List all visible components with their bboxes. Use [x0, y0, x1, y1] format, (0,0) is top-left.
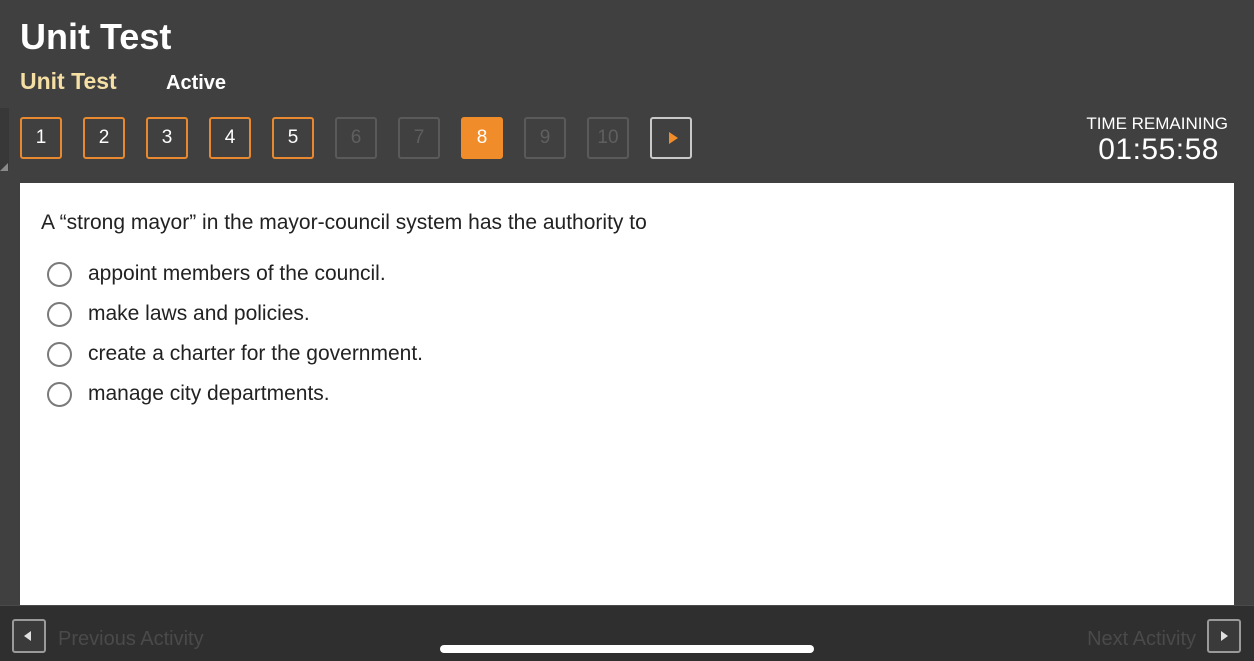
radio-button[interactable] [47, 302, 72, 327]
answer-option-label: manage city departments. [88, 382, 330, 405]
question-button-4[interactable]: 4 [209, 117, 251, 159]
question-button-3[interactable]: 3 [146, 117, 188, 159]
previous-activity-button[interactable] [12, 619, 46, 653]
page-title: Unit Test [20, 16, 172, 57]
question-button-5[interactable]: 5 [272, 117, 314, 159]
resize-corner-icon [0, 163, 8, 171]
status-label: Active [166, 72, 227, 94]
chevron-left-icon [24, 631, 31, 641]
question-button-9: 9 [524, 117, 566, 159]
radio-button[interactable] [47, 342, 72, 367]
question-text: A “strong mayor” in the mayor-council sy… [41, 211, 647, 234]
answer-option-label: appoint members of the council. [88, 262, 386, 285]
answer-option-label: make laws and policies. [88, 302, 310, 325]
question-button-10: 10 [587, 117, 629, 159]
question-button-1[interactable]: 1 [20, 117, 62, 159]
question-button-2[interactable]: 2 [83, 117, 125, 159]
radio-button[interactable] [47, 382, 72, 407]
next-activity-label[interactable]: Next Activity [1087, 627, 1196, 651]
previous-activity-label[interactable]: Previous Activity [58, 627, 204, 651]
question-button-8[interactable]: 8 [461, 117, 503, 159]
next-question-button[interactable] [650, 117, 692, 159]
next-activity-button[interactable] [1207, 619, 1241, 653]
question-button-7: 7 [398, 117, 440, 159]
chevron-right-icon [1221, 631, 1228, 641]
time-remaining-label: TIME REMAINING [1086, 114, 1228, 133]
radio-button[interactable] [47, 262, 72, 287]
assignment-title: Unit Test [20, 68, 117, 94]
home-indicator [440, 645, 814, 653]
time-remaining-value: 01:55:58 [1098, 133, 1219, 166]
question-button-6: 6 [335, 117, 377, 159]
question-card: A “strong mayor” in the mayor-council sy… [20, 183, 1234, 605]
play-arrow-icon [669, 132, 678, 144]
answer-option-label: create a charter for the government. [88, 342, 424, 365]
side-panel-edge [0, 108, 9, 170]
